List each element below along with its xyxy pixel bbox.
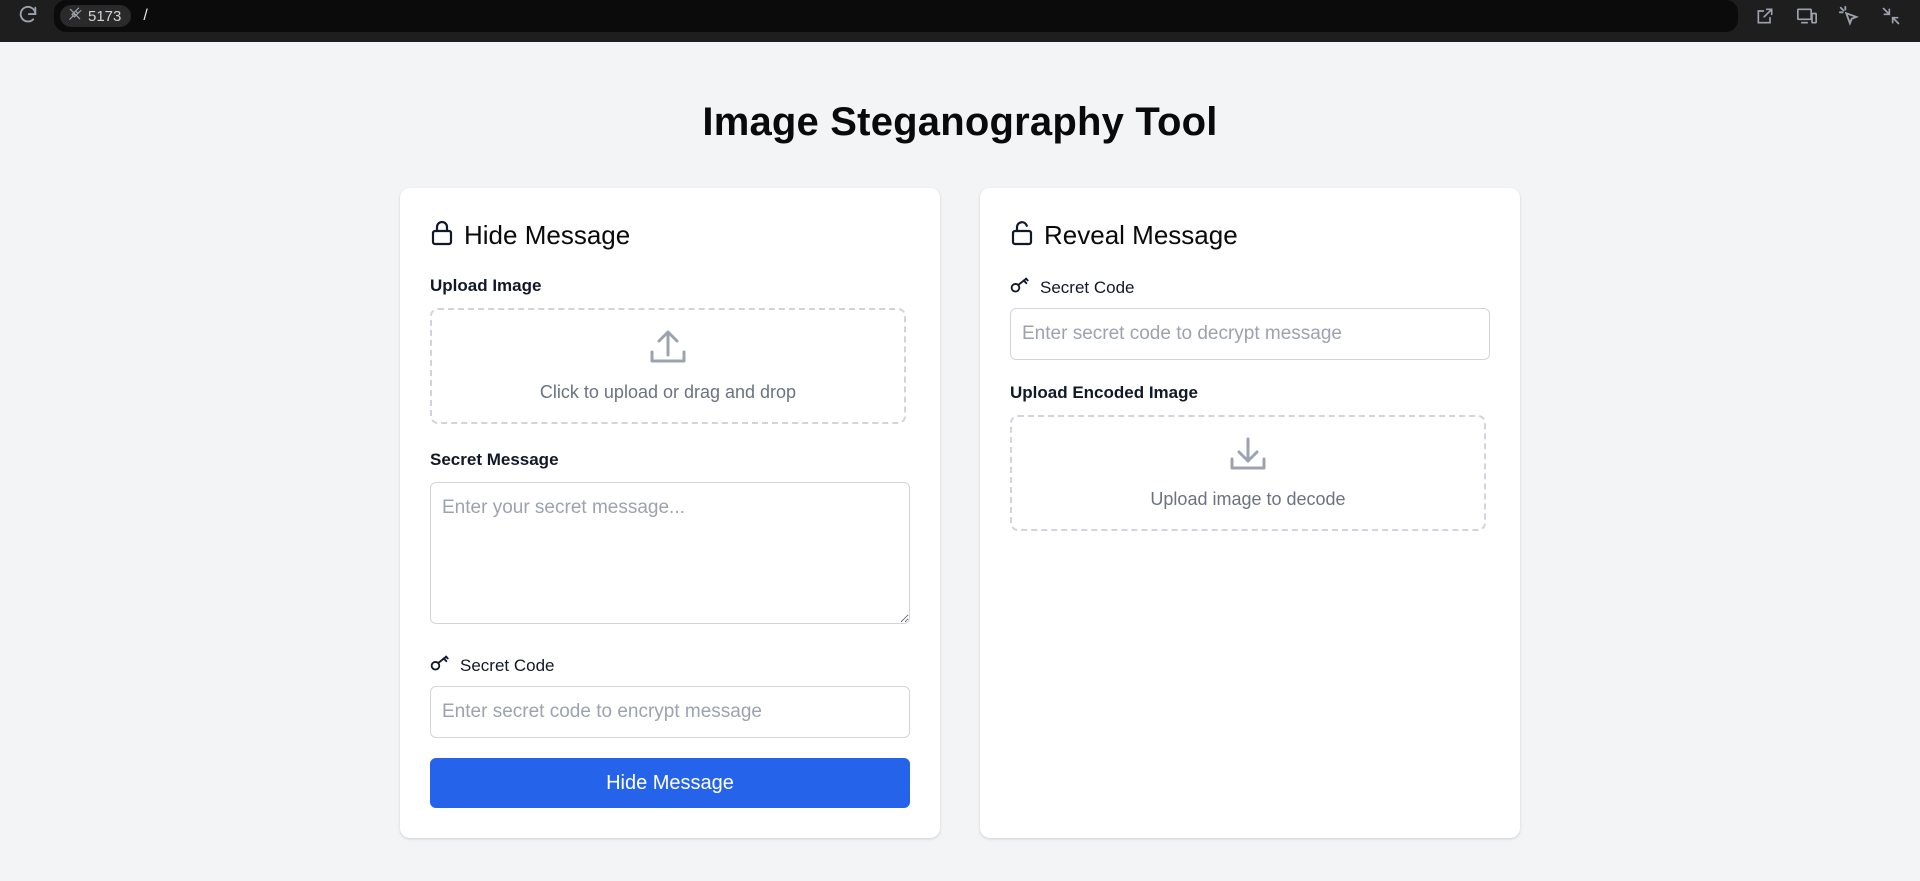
upload-image-dropzone[interactable]: Click to upload or drag and drop (430, 308, 906, 424)
reveal-secret-code-label-text: Secret Code (1040, 277, 1135, 297)
hide-card-title: Hide Message (464, 220, 631, 250)
hide-message-card: Hide Message Upload Image Click to uploa… (400, 188, 940, 838)
lock-icon (430, 220, 454, 251)
hide-message-button[interactable]: Hide Message (430, 758, 910, 808)
reveal-card-header: Reveal Message (1010, 220, 1238, 251)
key-icon (430, 654, 450, 677)
pointer-select-icon[interactable] (1836, 3, 1862, 29)
upload-image-hint: Click to upload or drag and drop (539, 382, 797, 402)
upload-image-label: Upload Image (430, 276, 542, 295)
reveal-secret-code-label: Secret Code (1010, 276, 1135, 299)
page-title: Image Steganography Tool (702, 100, 1218, 144)
reveal-message-card: Reveal Message Secret Code Upload Encode… (980, 188, 1520, 838)
encrypt-code-input[interactable] (430, 686, 910, 738)
key-icon (1010, 276, 1030, 299)
port-chip[interactable]: 5173 (60, 5, 132, 27)
port-label: 5173 (88, 7, 122, 25)
minimize-icon[interactable] (1878, 3, 1904, 29)
devices-icon[interactable] (1794, 3, 1820, 29)
secret-message-label: Secret Message (430, 450, 559, 469)
address-bar[interactable]: 5173 / (54, 0, 1738, 32)
upload-icon (649, 329, 687, 370)
reveal-card-title: Reveal Message (1044, 220, 1238, 250)
decrypt-code-input[interactable] (1010, 308, 1490, 360)
download-icon (1229, 436, 1267, 477)
hide-card-header: Hide Message (430, 220, 630, 251)
reload-icon[interactable] (16, 3, 40, 27)
plug-icon (68, 7, 82, 25)
upload-encoded-image-dropzone[interactable]: Upload image to decode (1010, 415, 1486, 531)
open-external-icon[interactable] (1752, 3, 1778, 29)
secret-code-label: Secret Code (430, 654, 555, 677)
secret-message-textarea[interactable] (430, 482, 910, 624)
url-path: / (143, 7, 148, 24)
unlock-icon (1010, 220, 1034, 251)
secret-code-label-text: Secret Code (460, 655, 555, 675)
upload-encoded-image-label: Upload Encoded Image (1010, 383, 1198, 402)
browser-toolbar: 5173 / (0, 0, 1920, 42)
upload-encoded-image-hint: Upload image to decode (1150, 489, 1346, 509)
